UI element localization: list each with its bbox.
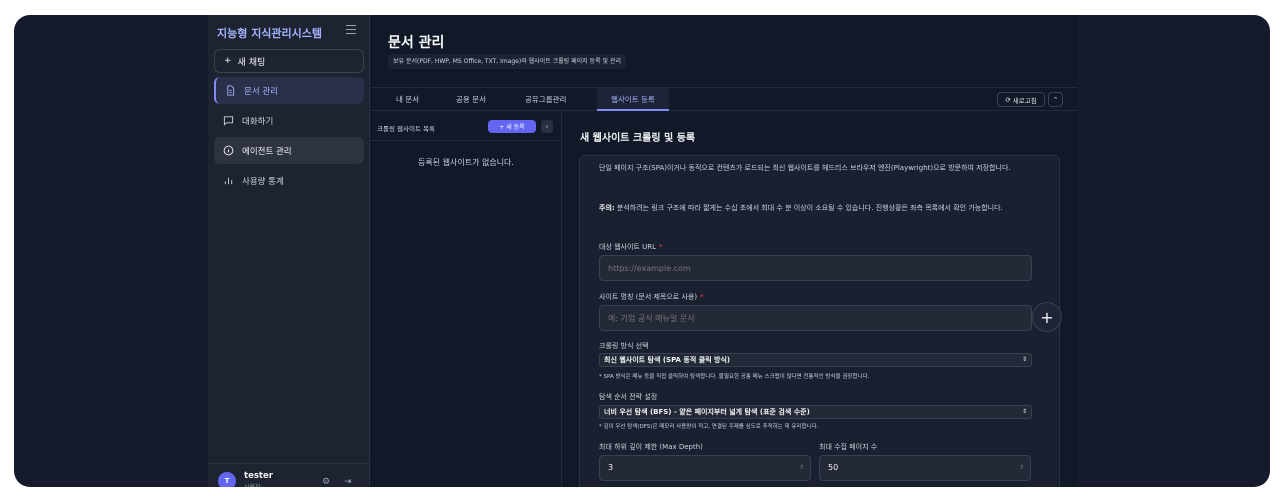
- empty-state: 등록된 웹사이트가 없습니다.: [418, 158, 514, 167]
- select-arrows-icon: ⇕: [1021, 356, 1027, 363]
- chat-icon: [223, 116, 234, 126]
- refresh-button[interactable]: ⟳ 새로고침: [997, 92, 1045, 107]
- app-brand: 지능형 지식관리시스템: [217, 27, 323, 40]
- sidebar-item-usage[interactable]: 사용량 통계: [214, 167, 364, 194]
- depth-label: 최대 하위 깊이 제한 (Max Depth): [599, 443, 703, 451]
- site-list-header: 크롤링 웹사이트 목록 + 새 등록 ‹: [370, 111, 562, 141]
- stepper-icon[interactable]: ⇕: [799, 456, 804, 480]
- url-input[interactable]: [599, 255, 1032, 281]
- sidebar-item-chat[interactable]: 대화하기: [214, 107, 364, 134]
- url-label: 대상 웹사이트 URL *: [599, 243, 663, 251]
- note-text: 분석하려는 링크 구조에 따라 짧게는 수십 초에서 최대 수 분 이상이 소요…: [616, 204, 1003, 212]
- sidebar-item-documents[interactable]: 문서 관리: [214, 77, 364, 104]
- tab-public-documents[interactable]: 공용 문서: [456, 88, 486, 111]
- main-content: 문서 관리 보유 문서(PDF, HWP, MS Office, TXT, Im…: [370, 15, 1078, 487]
- tab-share-groups[interactable]: 공유그룹관리: [525, 88, 566, 111]
- add-site-button[interactable]: + 새 등록: [488, 120, 536, 133]
- plus-icon: +: [1040, 307, 1054, 327]
- new-chat-label: 새 채팅: [237, 57, 266, 68]
- gear-icon[interactable]: ⚙: [322, 477, 330, 487]
- page-subtitle: 보유 문서(PDF, HWP, MS Office, TXT, Image)와 …: [388, 54, 626, 69]
- tab-website-registration[interactable]: 웹사이트 등록: [597, 88, 669, 111]
- new-chat-button[interactable]: + 새 채팅: [214, 49, 364, 73]
- plus-icon: +: [224, 56, 232, 66]
- chevron-left-icon[interactable]: ‹: [541, 120, 553, 133]
- site-name-label: 사이트 명칭 (문서 제목으로 사용) *: [599, 293, 704, 301]
- crawl-form-card: 단일 페이지 구조(SPA)이거나 동적으로 컨텐츠가 로드되는 최신 웹사이트…: [579, 155, 1060, 487]
- page-title: 문서 관리: [388, 35, 445, 51]
- refresh-label: 새로고침: [1012, 96, 1037, 105]
- site-list-title: 크롤링 웹사이트 목록: [377, 125, 435, 133]
- method-label: 크롤링 방식 선택: [599, 342, 649, 350]
- avatar[interactable]: T: [218, 472, 236, 487]
- stepper-icon[interactable]: ⇕: [1019, 456, 1024, 480]
- form-description: 단일 페이지 구조(SPA)이거나 동적으로 컨텐츠가 로드되는 최신 웹사이트…: [599, 164, 1011, 172]
- strategy-hint: * 깊이 우선 탐색(DFS)은 메모리 사용량이 적고, 연결된 주제를 심도…: [599, 424, 819, 430]
- app-shell: 지능형 지식관리시스템 + 새 채팅 문서 관리 대화하기 에이전트 관리 사용…: [208, 15, 1078, 487]
- menu-icon[interactable]: [346, 25, 356, 34]
- tab-bar: 내 문서 공용 문서 공유그룹관리 웹사이트 등록 ⟳ 새로고침 ⌃: [370, 87, 1078, 111]
- crawl-form-area: 새 웹사이트 크롤링 및 등록 단일 페이지 구조(SPA)이거나 동적으로 컨…: [562, 111, 1078, 487]
- sidebar-item-label: 문서 관리: [244, 86, 278, 97]
- form-note: 주의: 분석하려는 링크 구조에 따라 짧게는 수십 초에서 최대 수 분 이상…: [599, 202, 1039, 215]
- sidebar-item-label: 사용량 통계: [242, 176, 284, 187]
- method-hint: * SPA 방식은 메뉴 등을 직접 클릭하여 탐색합니다. 불필요한 공통 메…: [599, 374, 870, 380]
- tab-my-documents[interactable]: 내 문서: [396, 88, 419, 111]
- site-list-panel: 크롤링 웹사이트 목록 + 새 등록 ‹ 등록된 웹사이트가 없습니다.: [370, 111, 562, 487]
- sidebar: 지능형 지식관리시스템 + 새 채팅 문서 관리 대화하기 에이전트 관리 사용…: [208, 15, 370, 487]
- sidebar-item-label: 에이전트 관리: [242, 146, 292, 157]
- bar-chart-icon: [224, 177, 233, 185]
- chevron-up-icon[interactable]: ⌃: [1048, 92, 1063, 107]
- user-role: 사용자: [244, 482, 261, 487]
- info-icon: [223, 145, 234, 156]
- strategy-select[interactable]: 너비 우선 탐색 (BFS) - 얕은 페이지부터 넓게 탐색 (표준 검색 수…: [599, 405, 1032, 419]
- pages-label: 최대 수집 페이지 수: [819, 443, 878, 451]
- sidebar-item-label: 대화하기: [242, 116, 274, 127]
- refresh-icon: ⟳: [1005, 95, 1011, 104]
- site-name-input[interactable]: [599, 305, 1032, 331]
- app-frame: 지능형 지식관리시스템 + 새 채팅 문서 관리 대화하기 에이전트 관리 사용…: [14, 15, 1270, 487]
- select-arrows-icon: ⇕: [1021, 408, 1027, 415]
- form-title: 새 웹사이트 크롤링 및 등록: [580, 133, 696, 144]
- add-fab-button[interactable]: +: [1032, 302, 1062, 332]
- method-select[interactable]: 최신 웹사이트 탐색 (SPA 동적 클릭 방식) ⇕: [599, 353, 1032, 367]
- max-depth-input[interactable]: 3 ⇕: [599, 455, 811, 481]
- user-panel: T tester 사용자 ⚙ ⇥: [208, 463, 370, 487]
- sidebar-item-agents[interactable]: 에이전트 관리: [214, 137, 364, 164]
- strategy-label: 탐색 순서 전략 설정: [599, 393, 658, 401]
- max-pages-input[interactable]: 50 ⇕: [819, 455, 1031, 481]
- user-name: tester: [244, 471, 273, 481]
- note-label: 주의:: [599, 204, 615, 212]
- document-icon: [227, 85, 235, 96]
- logout-icon[interactable]: ⇥: [344, 477, 352, 487]
